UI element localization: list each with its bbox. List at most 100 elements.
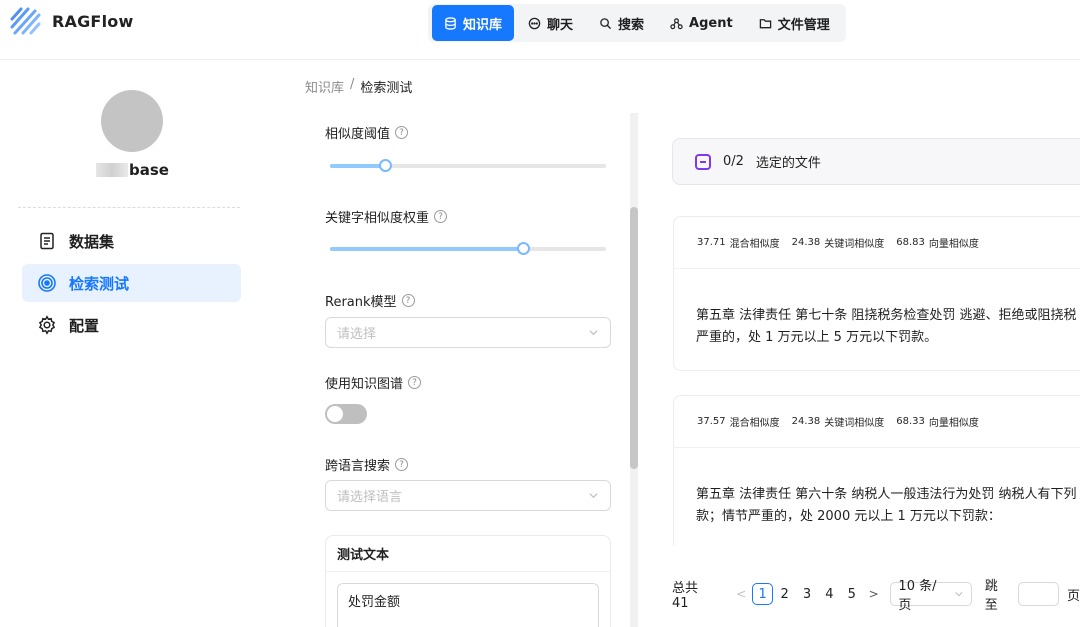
nav-label: 聊天 (547, 17, 574, 33)
result-line: 第五章 法律责任 第六十条 纳税人一般违法行为处罚 纳税人有下列 (696, 487, 1077, 502)
test-text-title: 测试文本 (326, 536, 610, 572)
sidebar-item-dataset[interactable]: 数据集 (22, 222, 241, 260)
rerank-select[interactable]: 请选择 (325, 317, 611, 348)
gear-icon (38, 315, 56, 335)
label-text: 使用知识图谱 (325, 377, 404, 392)
sidebar-divider (18, 207, 240, 208)
hybrid-label: 混合相似度 (729, 418, 780, 429)
top-header: RAGFlow 知识库 聊天 搜索 Agent 文件管理 (0, 0, 1080, 60)
prev-page-button[interactable]: < (730, 587, 751, 601)
label-text: Rerank模型 (325, 295, 397, 310)
knowledge-graph-toggle[interactable] (325, 404, 367, 424)
search-icon (600, 17, 612, 29)
page-2-button[interactable]: 2 (773, 583, 795, 606)
vector-label: 向量相似度 (928, 239, 979, 250)
selected-files-count: 0/2 (723, 154, 744, 169)
breadcrumb-separator: / (350, 77, 355, 92)
app-name: RAGFlow (52, 11, 134, 31)
help-icon[interactable]: ? (408, 376, 422, 389)
selected-files-bar[interactable]: 0/2 选定的文件 (672, 138, 1080, 185)
cross-language-select[interactable]: 请选择语言 (325, 480, 611, 511)
page-size-value: 10 条/页 (898, 579, 937, 613)
slider-fill (330, 247, 524, 251)
jump-page-input[interactable] (1018, 582, 1060, 606)
sidebar-item-label: 检索测试 (69, 274, 130, 293)
chevron-down-icon (589, 493, 598, 499)
kb-avatar (101, 90, 163, 152)
help-icon[interactable]: ? (395, 458, 409, 471)
result-scores: 37.71 混合相似度 24.38 关键词相似度 68.83 向量相似度 (674, 217, 1080, 269)
keyword-label: 关键词相似度 (824, 239, 885, 250)
keyword-score: 24.38 (791, 237, 821, 248)
nav-knowledge-base[interactable]: 知识库 (432, 5, 515, 41)
result-scores: 37.57 混合相似度 24.38 关键词相似度 68.33 向量相似度 (674, 396, 1080, 448)
vector-label: 向量相似度 (928, 418, 979, 429)
keyword-weight-slider[interactable] (330, 242, 606, 255)
agent-icon (670, 17, 683, 29)
breadcrumb-root[interactable]: 知识库 (305, 77, 344, 96)
hybrid-label: 混合相似度 (729, 239, 780, 250)
next-page-button[interactable]: > (863, 587, 884, 601)
help-icon[interactable]: ? (434, 210, 448, 223)
chevron-down-icon (589, 330, 598, 336)
nav-file-management[interactable]: 文件管理 (747, 5, 842, 41)
keyword-score: 24.38 (791, 416, 821, 427)
similarity-threshold-slider[interactable] (330, 159, 606, 172)
nav-chat[interactable]: 聊天 (516, 5, 585, 41)
settings-scrollbar[interactable] (630, 113, 638, 627)
chat-icon (528, 17, 541, 29)
test-text-card: 测试文本 处罚金额 (325, 535, 611, 627)
page-size-select[interactable]: 10 条/页 (890, 579, 972, 613)
page-5-button[interactable]: 5 (841, 583, 863, 606)
nav-agent[interactable]: Agent (658, 5, 745, 41)
label-text: 跨语言搜索 (325, 459, 391, 474)
result-card[interactable]: 37.57 混合相似度 24.38 关键词相似度 68.33 向量相似度 第五章… (673, 395, 1080, 545)
nav-search[interactable]: 搜索 (587, 5, 656, 41)
redacted-mark (96, 163, 128, 177)
page-1-button[interactable]: 1 (751, 583, 774, 605)
result-content: 第五章 法律责任 第六十条 纳税人一般违法行为处罚 纳税人有下列 款；情节严重的… (674, 448, 1080, 528)
sidebar-item-retrieval-test[interactable]: 检索测试 (22, 264, 241, 302)
folder-icon (759, 18, 771, 28)
kb-name-text: base (129, 161, 169, 179)
main-nav: 知识库 聊天 搜索 Agent 文件管理 (428, 4, 846, 42)
sidebar-item-label: 配置 (69, 316, 100, 335)
chevron-down-icon (955, 592, 963, 597)
help-icon[interactable]: ? (401, 294, 415, 307)
vector-score: 68.83 (896, 237, 925, 248)
hybrid-score: 37.71 (697, 237, 726, 248)
test-text-input[interactable]: 处罚金额 (337, 583, 599, 627)
keyword-label: 关键词相似度 (824, 418, 885, 429)
vector-score: 68.33 (896, 416, 925, 427)
slider-thumb[interactable] (379, 159, 393, 172)
page-unit-label: 页 (1067, 588, 1080, 604)
result-line: 严重的，处 1 万元以上 5 万元以下罚款。 (696, 330, 938, 345)
indeterminate-checkbox-icon[interactable] (695, 153, 711, 170)
slider-fill (330, 164, 386, 168)
similarity-threshold-label: 相似度阈值 ? (325, 123, 409, 142)
sidebar-item-config[interactable]: 配置 (22, 306, 241, 344)
select-placeholder: 请选择语言 (337, 490, 403, 505)
breadcrumb: 知识库 / 检索测试 (305, 77, 412, 96)
pagination-total: 总共 41 (672, 581, 699, 611)
app-logo[interactable]: RAGFlow (10, 6, 133, 36)
nav-label: 文件管理 (777, 17, 830, 33)
database-icon (445, 16, 456, 30)
help-icon[interactable]: ? (395, 126, 409, 139)
page-3-button[interactable]: 3 (796, 583, 818, 606)
label-text: 相似度阈值 (325, 127, 391, 142)
kb-name: base (96, 161, 169, 179)
rerank-label: Rerank模型 ? (325, 291, 415, 310)
scrollbar-thumb[interactable] (630, 207, 638, 469)
result-line: 款；情节严重的，处 2000 元以上 1 万元以下罚款： (696, 509, 1001, 524)
select-placeholder: 请选择 (337, 327, 377, 342)
page-4-button[interactable]: 4 (818, 583, 840, 606)
target-icon (38, 274, 56, 292)
sidebar-item-label: 数据集 (69, 232, 115, 251)
slider-thumb[interactable] (517, 242, 531, 255)
selected-files-label: 选定的文件 (755, 156, 821, 171)
result-card[interactable]: 37.71 混合相似度 24.38 关键词相似度 68.83 向量相似度 第五章… (673, 216, 1080, 371)
cross-language-label: 跨语言搜索 ? (325, 455, 409, 474)
result-content: 第五章 法律责任 第七十条 阻挠税务检查处罚 逃避、拒绝或阻挠税 严重的，处 1… (674, 269, 1080, 349)
breadcrumb-current: 检索测试 (360, 81, 413, 96)
